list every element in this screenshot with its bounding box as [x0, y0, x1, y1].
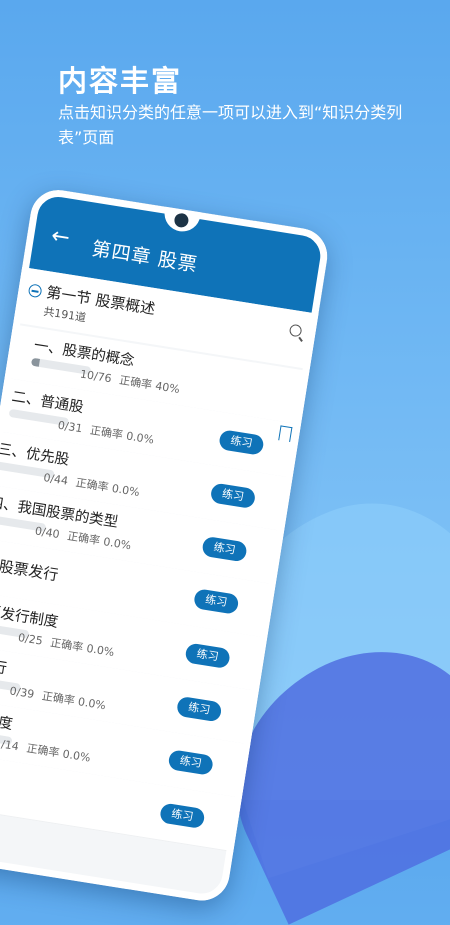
- accuracy-rate: 正确率 0.0%: [66, 529, 133, 553]
- back-arrow-icon[interactable]: ←: [49, 223, 71, 251]
- practice-button[interactable]: 练习: [167, 749, 215, 776]
- practice-button[interactable]: 练习: [192, 588, 240, 615]
- progress-count: 0/40: [34, 524, 61, 542]
- progress-fill: [30, 357, 40, 367]
- progress-count: 0/39: [8, 684, 36, 702]
- progress-count: 0/25: [17, 631, 44, 648]
- accuracy-rate: 正确率 0.0%: [25, 741, 92, 765]
- accuracy-rate: 正确率 0.0%: [41, 689, 107, 713]
- accuracy-rate: 正确率 40%: [118, 373, 181, 397]
- practice-button[interactable]: 练习: [158, 802, 206, 830]
- section-title: 节 股票发行: [0, 554, 60, 585]
- page-title: 第四章 股票: [90, 237, 200, 277]
- bookmark-icon[interactable]: [278, 425, 293, 443]
- accuracy-rate: 正确率 0.0%: [49, 636, 116, 660]
- progress-count: 10/76: [79, 367, 113, 386]
- progress-count: 0/31: [56, 418, 84, 436]
- progress-count: /14: [0, 737, 20, 754]
- item-title: 退市制度: [0, 708, 14, 734]
- search-icon[interactable]: [288, 323, 303, 338]
- collapse-icon[interactable]: [27, 283, 43, 299]
- practice-button[interactable]: 练习: [184, 642, 231, 670]
- promo-headline: 内容丰富: [58, 64, 183, 98]
- progress-count: 0/44: [42, 471, 69, 488]
- practice-button[interactable]: 练习: [218, 429, 265, 456]
- practice-button[interactable]: 练习: [175, 695, 223, 723]
- item-title: 股发行: [0, 654, 8, 678]
- practice-button[interactable]: 练习: [209, 482, 257, 510]
- progress-fill: [8, 408, 10, 417]
- practice-button[interactable]: 练习: [201, 535, 248, 563]
- accuracy-rate: 正确率 0.0%: [74, 476, 141, 500]
- promo-subline: 点击知识分类的任意一项可以进入到“知识分类列表”页面: [58, 103, 403, 147]
- accuracy-rate: 正确率 0.0%: [89, 423, 155, 447]
